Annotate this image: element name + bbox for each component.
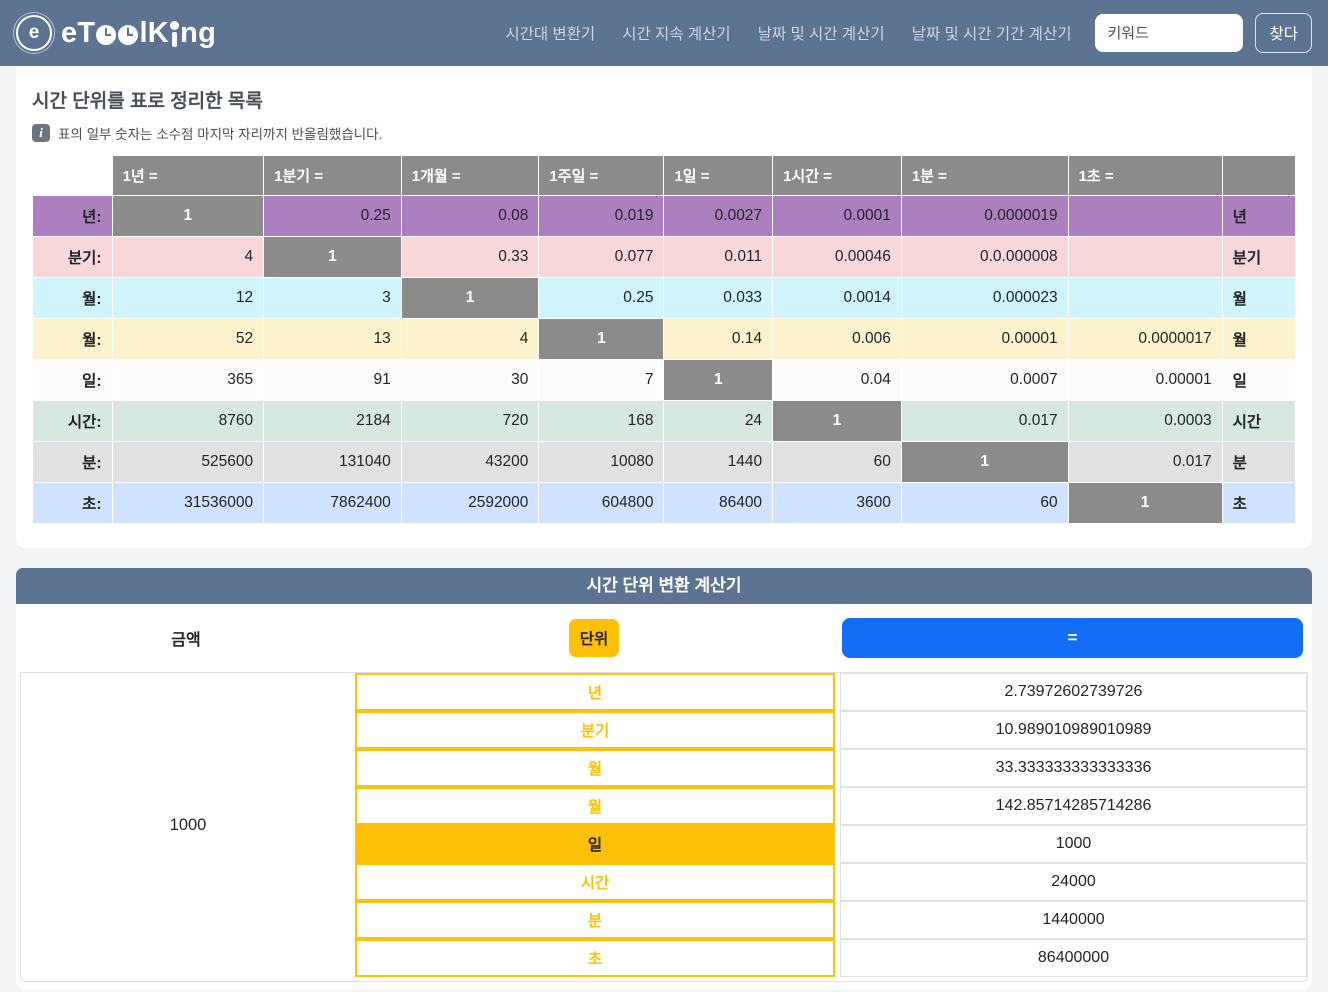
- unit-button-hour[interactable]: 시간: [355, 863, 835, 901]
- table-row-quarter: 분기: 4 1 0.33 0.077 0.011 0.00046 0.0.000…: [33, 237, 1296, 278]
- result-value-minute: 1440000: [840, 901, 1307, 939]
- header-week: 1주일 =: [539, 156, 664, 196]
- result-value-month: 33.333333333333336: [840, 749, 1307, 787]
- amount-value[interactable]: 1000: [21, 673, 355, 977]
- table-row-minute: 분: 525600 131040 43200 10080 1440 60 1 0…: [33, 442, 1296, 483]
- unit-button-quarter[interactable]: 분기: [355, 711, 835, 749]
- equals-button[interactable]: =: [842, 618, 1303, 658]
- search-button[interactable]: 찾다: [1255, 13, 1312, 53]
- result-value-hour: 24000: [840, 863, 1307, 901]
- header-second: 1초 =: [1068, 156, 1222, 196]
- table-row-hour: 시간: 8760 2184 720 168 24 1 0.017 0.0003 …: [33, 401, 1296, 442]
- result-value-day: 1000: [840, 825, 1307, 863]
- header-year: 1년 =: [112, 156, 264, 196]
- search-input[interactable]: [1095, 14, 1243, 52]
- result-value-second: 86400000: [840, 939, 1307, 977]
- nav-item-duration-calculator[interactable]: 시간 지속 계산기: [622, 22, 730, 44]
- unit-buttons-column: 년 분기 월 월 일 시간 분 초: [355, 673, 835, 977]
- table-row-week: 월: 52 13 4 1 0.14 0.006 0.00001 0.000001…: [33, 319, 1296, 360]
- rounding-note: i 표의 일부 숫자는 소수점 마지막 자리까지 반올림했습니다.: [32, 123, 1296, 143]
- result-value-year: 2.73972602739726: [840, 673, 1307, 711]
- info-icon: i: [32, 124, 50, 142]
- calculator-body: 금액 단위 = 1000 년 분기 월 월 일 시간 분 초 2.7397260…: [16, 604, 1312, 990]
- unit-button-second[interactable]: 초: [355, 939, 835, 977]
- header-minute: 1분 =: [901, 156, 1068, 196]
- header-day: 1일 =: [664, 156, 773, 196]
- calculator-grid: 1000 년 분기 월 월 일 시간 분 초 2.73972602739726 …: [20, 672, 1308, 982]
- table-row-month: 월: 12 3 1 0.25 0.033 0.0014 0.000023 월: [33, 278, 1296, 319]
- laurel-emblem-icon: e: [16, 15, 52, 51]
- time-units-table: 1년 = 1분기 = 1개월 = 1주일 = 1일 = 1시간 = 1분 = 1…: [32, 155, 1296, 524]
- brand-logo[interactable]: e eTlKng: [16, 15, 216, 51]
- clock-icon: [96, 25, 116, 45]
- clock-icon: [118, 25, 138, 45]
- result-values-column: 2.73972602739726 10.989010989010989 33.3…: [835, 673, 1307, 977]
- page-title: 시간 단위를 표로 정리한 목록: [32, 86, 1296, 113]
- header-blank: [33, 156, 113, 196]
- header-month: 1개월 =: [401, 156, 539, 196]
- top-navbar: e eTlKng 시간대 변환기 시간 지속 계산기 날짜 및 시간 계산기 날…: [0, 0, 1328, 66]
- table-header-row: 1년 = 1분기 = 1개월 = 1주일 = 1일 = 1시간 = 1분 = 1…: [33, 156, 1296, 196]
- calculator-controls-row: 금액 단위 =: [18, 614, 1310, 672]
- result-value-quarter: 10.989010989010989: [840, 711, 1307, 749]
- unit-button-month[interactable]: 월: [355, 749, 835, 787]
- rounding-note-text: 표의 일부 숫자는 소수점 마지막 자리까지 반올림했습니다.: [58, 123, 382, 143]
- time-units-card: 시간 단위를 표로 정리한 목록 i 표의 일부 숫자는 소수점 마지막 자리까…: [16, 66, 1312, 548]
- table-row-day: 일: 365 91 30 7 1 0.04 0.0007 0.00001 일: [33, 360, 1296, 401]
- header-quarter: 1분기 =: [264, 156, 402, 196]
- nav-item-datetime-period-calculator[interactable]: 날짜 및 시간 기간 계산기: [912, 22, 1072, 44]
- header-hour: 1시간 =: [773, 156, 902, 196]
- conversion-calculator-card: 시간 단위 변환 계산기 금액 단위 = 1000 년 분기 월 월 일 시간 …: [16, 568, 1312, 990]
- unit-button-year[interactable]: 년: [355, 673, 835, 711]
- calculator-title: 시간 단위 변환 계산기: [16, 568, 1312, 604]
- table-row-year: 년: 1 0.25 0.08 0.019 0.0027 0.0001 0.000…: [33, 196, 1296, 237]
- unit-button-week[interactable]: 월: [355, 787, 835, 825]
- amount-label: 금액: [18, 626, 354, 650]
- nav-links: 시간대 변환기 시간 지속 계산기 날짜 및 시간 계산기 날짜 및 시간 기간…: [505, 22, 1071, 44]
- result-value-week: 142.85714285714286: [840, 787, 1307, 825]
- brand-name: eTlKng: [61, 17, 216, 50]
- search-bar: 찾다: [1095, 13, 1312, 53]
- unit-badge: 단위: [569, 619, 620, 657]
- unit-button-day-selected[interactable]: 일: [355, 825, 835, 863]
- nav-item-timezone-converter[interactable]: 시간대 변환기: [505, 22, 595, 44]
- table-row-second: 초: 31536000 7862400 2592000 604800 86400…: [33, 483, 1296, 524]
- nav-item-datetime-calculator[interactable]: 날짜 및 시간 계산기: [758, 22, 885, 44]
- header-blank-right: [1222, 156, 1295, 196]
- unit-button-minute[interactable]: 분: [355, 901, 835, 939]
- person-pin-icon: [170, 21, 179, 47]
